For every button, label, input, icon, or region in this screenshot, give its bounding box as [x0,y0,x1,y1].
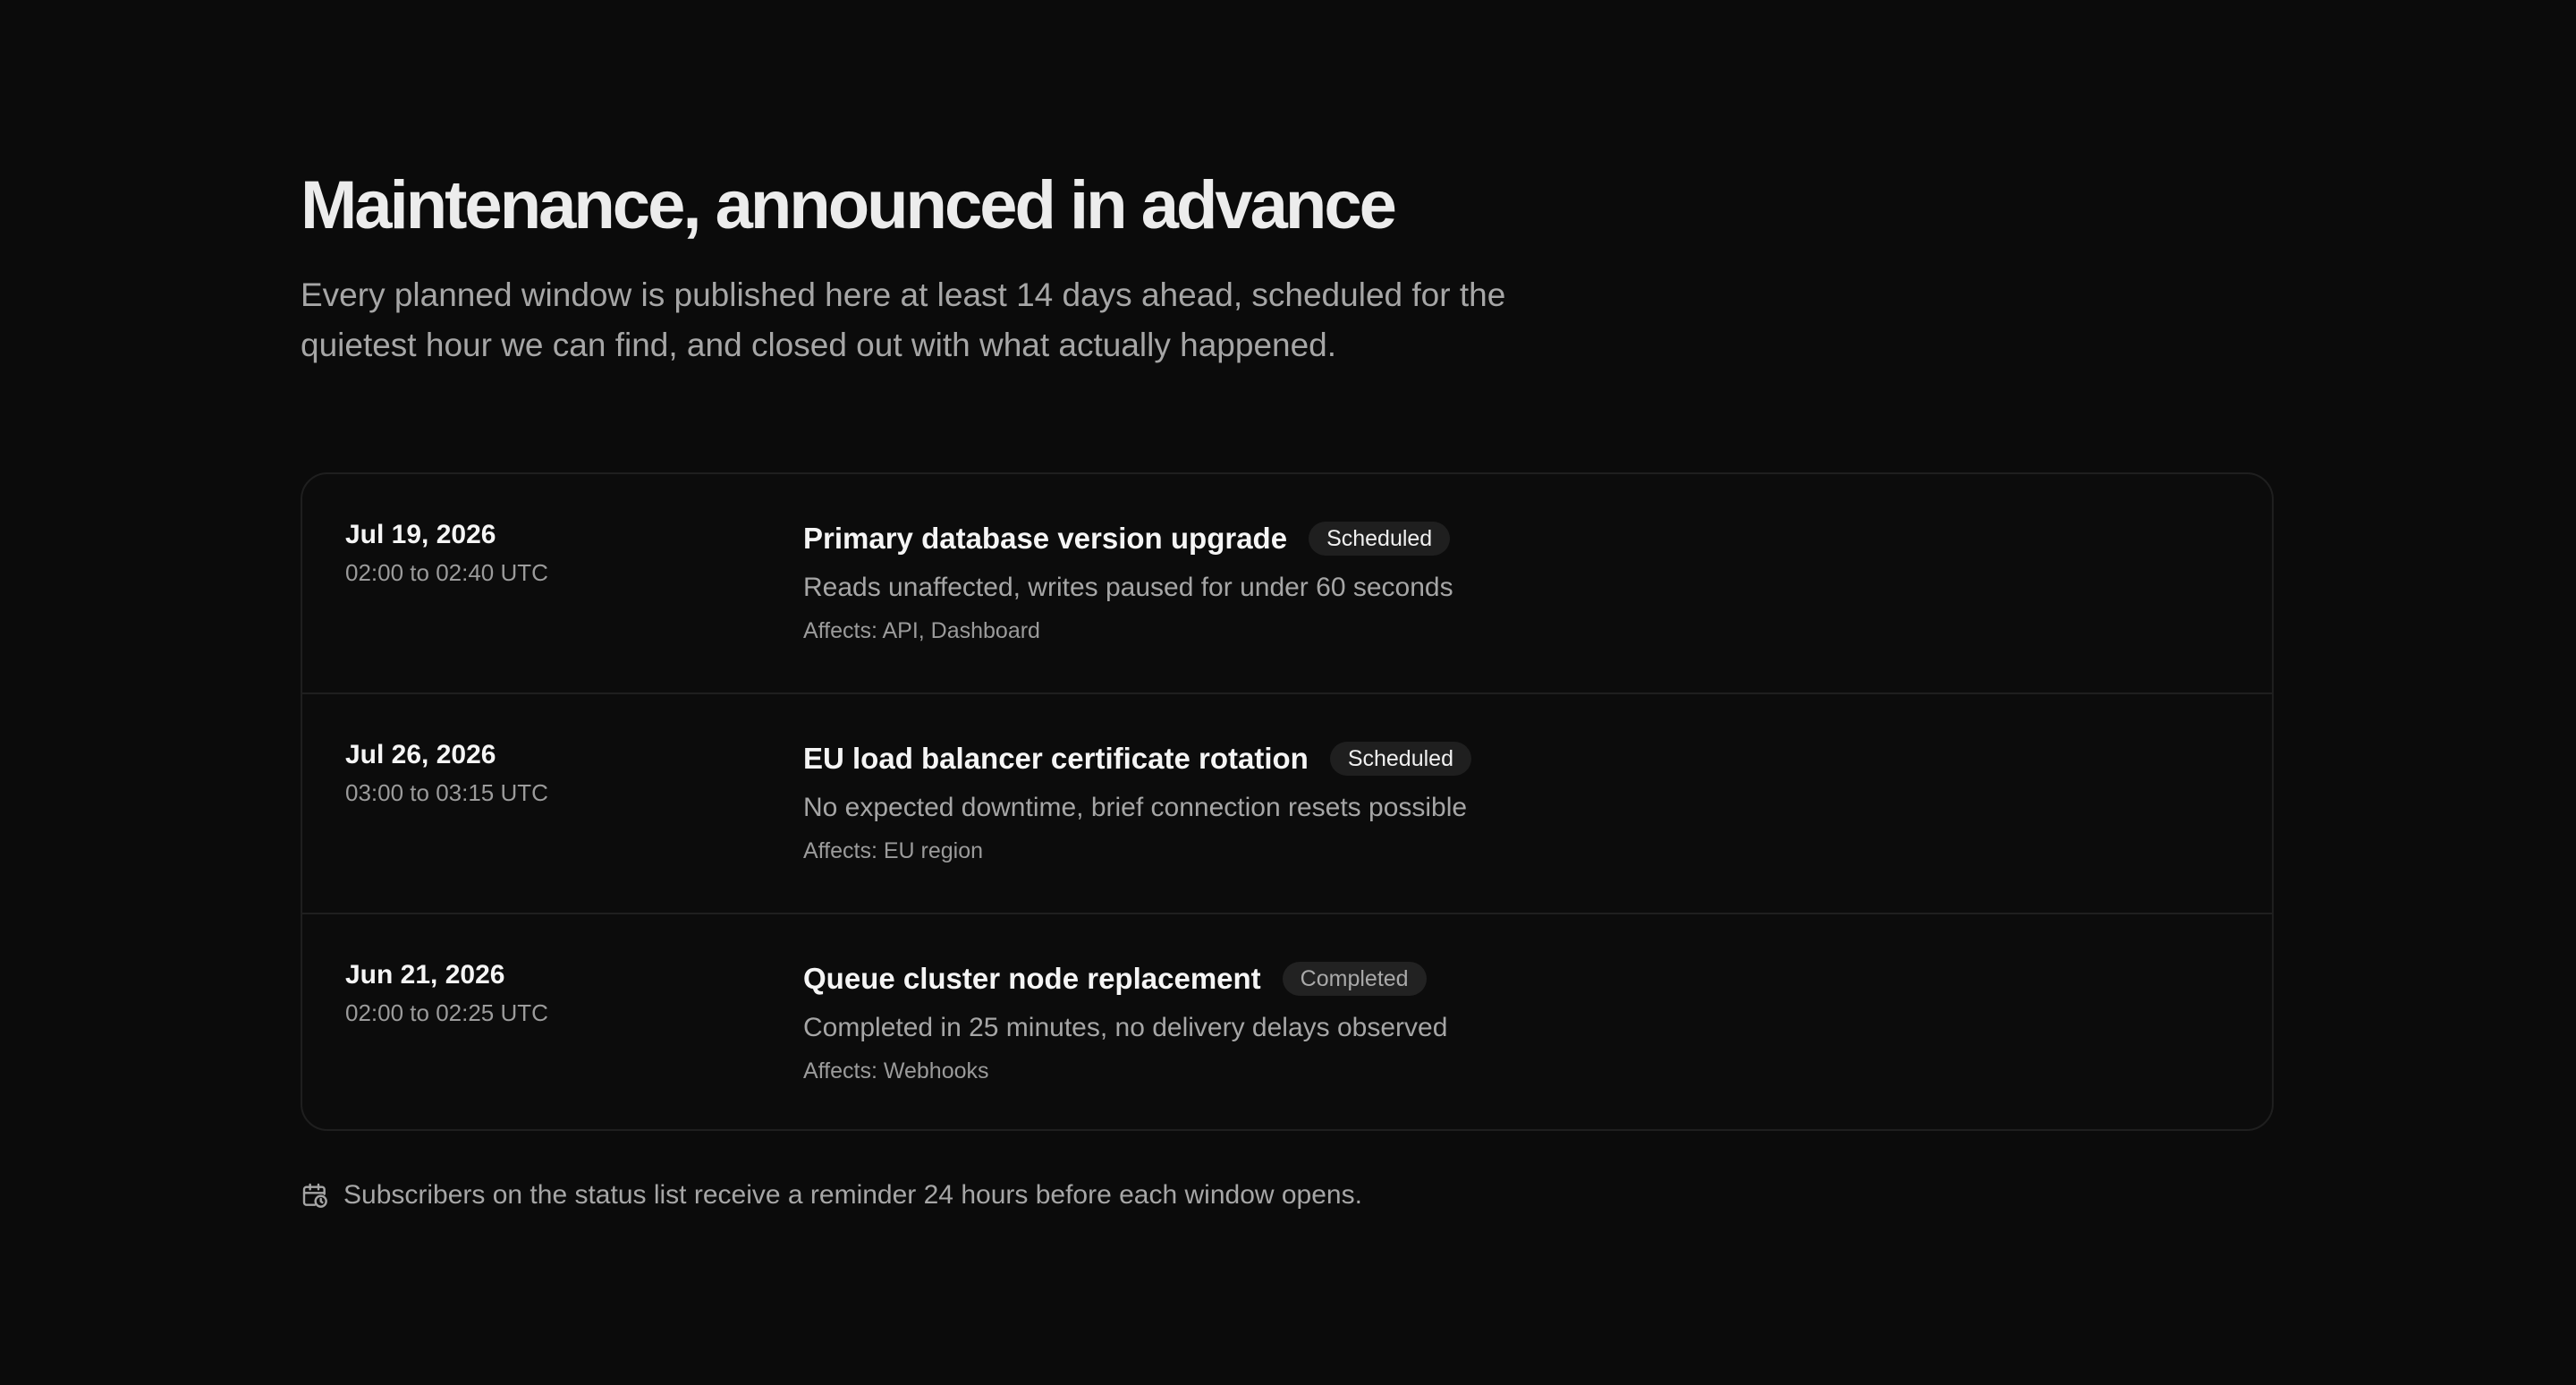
maintenance-list: Jul 19, 2026 02:00 to 02:40 UTC Primary … [301,472,2274,1131]
status-badge: Completed [1282,962,1427,996]
maintenance-date: Jun 21, 2026 [345,960,505,990]
status-badge: Scheduled [1309,522,1451,556]
maintenance-affects: Affects: Webhooks [803,1058,989,1083]
maintenance-time-window: 02:00 to 02:25 UTC [345,999,548,1026]
status-badge: Scheduled [1329,742,1471,776]
maintenance-title: EU load balancer certificate rotation [803,742,1309,775]
maintenance-item: Jul 19, 2026 02:00 to 02:40 UTC Primary … [302,474,2272,694]
maintenance-title-line: Queue cluster node replacement Completed [803,959,2236,998]
maintenance-date: Jul 26, 2026 [345,740,496,769]
maintenance-details: Queue cluster node replacement Completed… [803,959,2236,1086]
maintenance-title-line: EU load balancer certificate rotation Sc… [803,739,2236,778]
page-title: Maintenance, announced in advance [301,167,1397,243]
maintenance-description: Reads unaffected, writes paused for unde… [803,573,1453,602]
maintenance-description: No expected downtime, brief connection r… [803,793,1468,822]
maintenance-affects: Affects: API, Dashboard [803,618,1040,643]
maintenance-item: Jun 21, 2026 02:00 to 02:25 UTC Queue cl… [302,914,2272,1129]
maintenance-affects: Affects: EU region [803,838,984,863]
maintenance-title: Queue cluster node replacement [803,962,1261,995]
maintenance-description: Completed in 25 minutes, no delivery del… [803,1013,1448,1042]
maintenance-details: Primary database version upgrade Schedul… [803,519,2236,646]
calendar-clock-icon [301,1181,329,1210]
reminder-note: Subscribers on the status list receive a… [301,1176,1362,1215]
maintenance-title-line: Primary database version upgrade Schedul… [803,519,2236,558]
reminder-text: Subscribers on the status list receive a… [343,1180,1362,1210]
maintenance-item: Jul 26, 2026 03:00 to 03:15 UTC EU load … [302,694,2272,914]
maintenance-time-window: 03:00 to 03:15 UTC [345,779,548,806]
maintenance-page: Maintenance, announced in advance Every … [0,0,2576,1385]
maintenance-date: Jul 19, 2026 [345,520,496,549]
maintenance-time-window: 02:00 to 02:40 UTC [345,559,548,586]
maintenance-details: EU load balancer certificate rotation Sc… [803,739,2236,866]
maintenance-title: Primary database version upgrade [803,522,1288,555]
page-subtitle: Every planned window is published here a… [301,276,1506,363]
